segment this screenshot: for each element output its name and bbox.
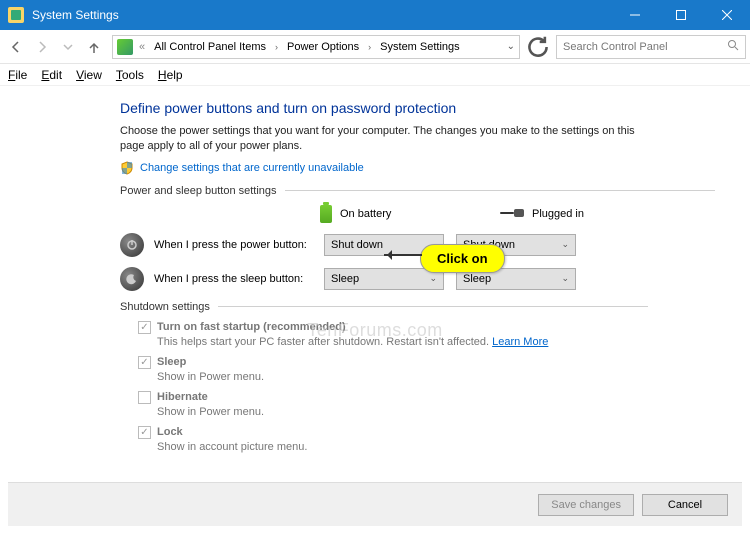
- search-icon: [727, 39, 739, 54]
- breadcrumb-item[interactable]: System Settings: [377, 39, 462, 55]
- option-hibernate: Hibernate Show in Power menu.: [138, 391, 750, 418]
- chevron-down-icon: ⌄: [429, 273, 437, 284]
- maximize-button[interactable]: [658, 0, 704, 30]
- annotation-callout: Click on: [420, 244, 505, 273]
- breadcrumb-item[interactable]: All Control Panel Items: [151, 39, 269, 55]
- menu-tools[interactable]: Tools: [116, 68, 144, 82]
- chevron-right-icon[interactable]: ›: [273, 42, 280, 52]
- callout-text: Click on: [420, 244, 505, 273]
- option-sleep: ✓ Sleep Show in Power menu.: [138, 356, 750, 383]
- chevron-down-icon[interactable]: ⌄: [507, 41, 515, 52]
- content-area: Define power buttons and turn on passwor…: [0, 86, 750, 453]
- titlebar: System Settings: [0, 0, 750, 30]
- chevron-down-icon: ⌄: [561, 239, 569, 250]
- row-label: When I press the power button:: [154, 239, 324, 251]
- row-label: When I press the sleep button:: [154, 273, 324, 285]
- chevron-right-icon[interactable]: ›: [366, 42, 373, 52]
- menu-edit[interactable]: Edit: [41, 68, 62, 82]
- checkbox[interactable]: ✓: [138, 321, 151, 334]
- column-header-battery: On battery: [320, 205, 440, 223]
- breadcrumb-prefix: «: [137, 41, 147, 53]
- page-heading: Define power buttons and turn on passwor…: [120, 100, 750, 116]
- arrow-icon: [384, 254, 422, 256]
- group-header-buttons: Power and sleep button settings: [120, 185, 750, 197]
- option-fast-startup: ✓ Turn on fast startup (recommended) Thi…: [138, 321, 750, 348]
- menu-bar: File Edit View Tools Help: [0, 64, 750, 86]
- column-header-plugged: Plugged in: [500, 208, 620, 220]
- plug-icon: [500, 208, 524, 220]
- checkbox[interactable]: ✓: [138, 356, 151, 369]
- cancel-button[interactable]: Cancel: [642, 494, 728, 516]
- refresh-button[interactable]: [526, 35, 550, 59]
- page-description: Choose the power settings that you want …: [120, 124, 640, 155]
- minimize-button[interactable]: [612, 0, 658, 30]
- option-lock: ✓ Lock Show in account picture menu.: [138, 426, 750, 453]
- forward-button[interactable]: [30, 35, 54, 59]
- address-bar[interactable]: « All Control Panel Items › Power Option…: [112, 35, 520, 59]
- app-icon: [8, 7, 24, 23]
- checkbox[interactable]: ✓: [138, 426, 151, 439]
- menu-help[interactable]: Help: [158, 68, 183, 82]
- breadcrumb-item[interactable]: Power Options: [284, 39, 362, 55]
- window-title: System Settings: [32, 8, 612, 22]
- menu-file[interactable]: File: [8, 68, 27, 82]
- battery-icon: [320, 205, 332, 223]
- up-button[interactable]: [82, 35, 106, 59]
- power-icon: [120, 233, 144, 257]
- footer-bar: Save changes Cancel: [8, 482, 742, 526]
- sleep-icon: [120, 267, 144, 291]
- search-placeholder: Search Control Panel: [563, 41, 668, 53]
- search-input[interactable]: Search Control Panel: [556, 35, 746, 59]
- nav-toolbar: « All Control Panel Items › Power Option…: [0, 30, 750, 64]
- checkbox[interactable]: [138, 391, 151, 404]
- close-button[interactable]: [704, 0, 750, 30]
- change-settings-link[interactable]: Change settings that are currently unava…: [140, 162, 364, 174]
- back-button[interactable]: [4, 35, 28, 59]
- menu-view[interactable]: View: [76, 68, 102, 82]
- control-panel-icon: [117, 39, 133, 55]
- learn-more-link[interactable]: Learn More: [492, 336, 548, 348]
- recent-button[interactable]: [56, 35, 80, 59]
- shield-icon: [120, 161, 134, 175]
- group-header-shutdown: Shutdown settings: [120, 301, 750, 313]
- chevron-down-icon: ⌄: [561, 273, 569, 284]
- save-button[interactable]: Save changes: [538, 494, 634, 516]
